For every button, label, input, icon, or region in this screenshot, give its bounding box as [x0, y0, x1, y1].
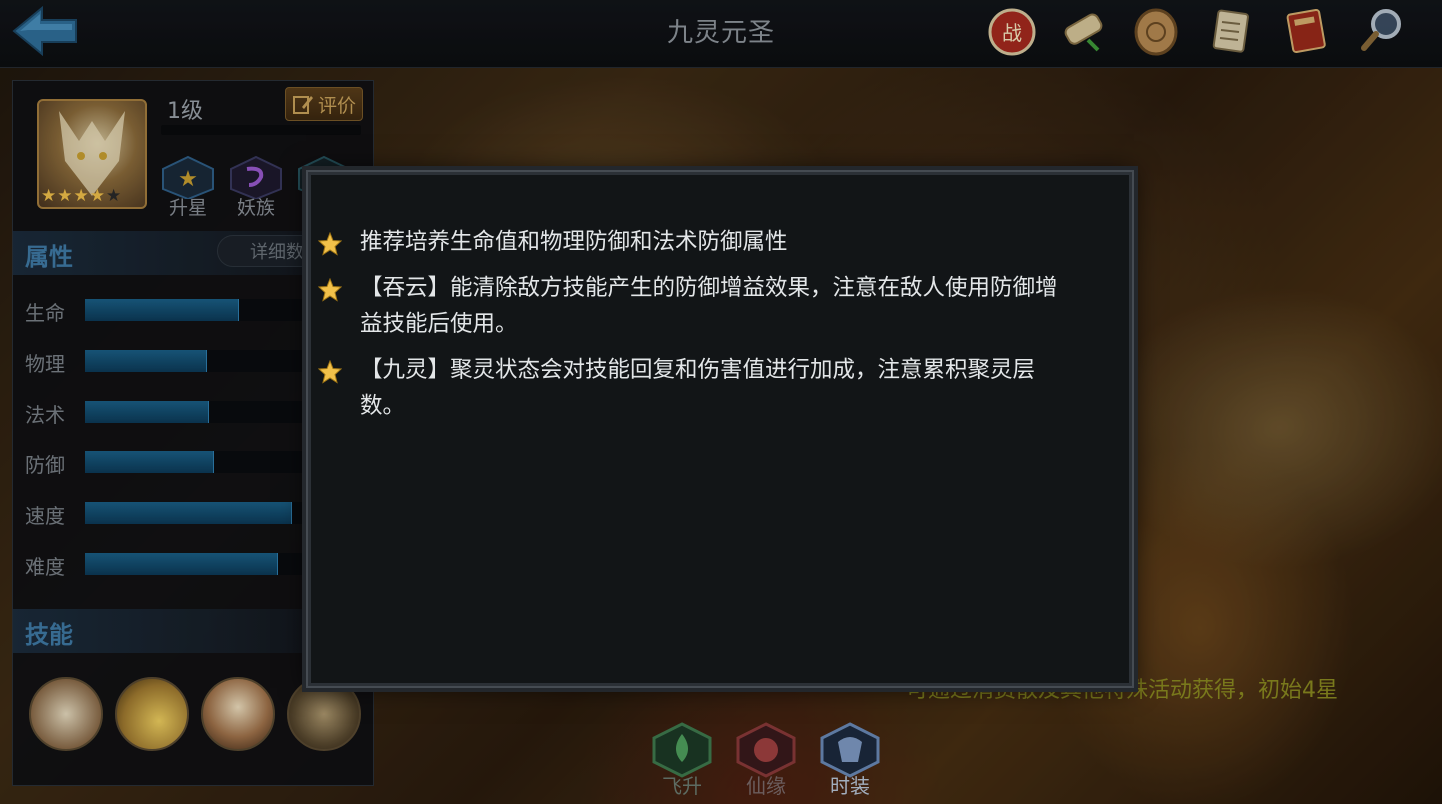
tip-text: 【吞云】能清除敌方技能产生的防御增益效果，注意在敌人使用防御增益技能后使用。	[360, 275, 1058, 337]
tip-text: 推荐培养生命值和物理防御和法术防御属性	[360, 229, 788, 255]
tips-modal: 推荐培养生命值和物理防御和法术防御属性 【吞云】能清除敌方技能产生的防御增益效果…	[306, 170, 1134, 688]
star-bullet-icon	[318, 278, 342, 302]
tip-item: 【九灵】聚灵状态会对技能回复和伤害值进行加成，注意累积聚灵层数。	[318, 352, 1060, 424]
star-bullet-icon	[318, 232, 342, 256]
tip-item: 推荐培养生命值和物理防御和法术防御属性	[318, 224, 1060, 260]
tip-item: 【吞云】能清除敌方技能产生的防御增益效果，注意在敌人使用防御增益技能后使用。	[318, 270, 1060, 342]
star-bullet-icon	[318, 360, 342, 384]
tip-text: 【九灵】聚灵状态会对技能回复和伤害值进行加成，注意累积聚灵层数。	[360, 357, 1036, 419]
